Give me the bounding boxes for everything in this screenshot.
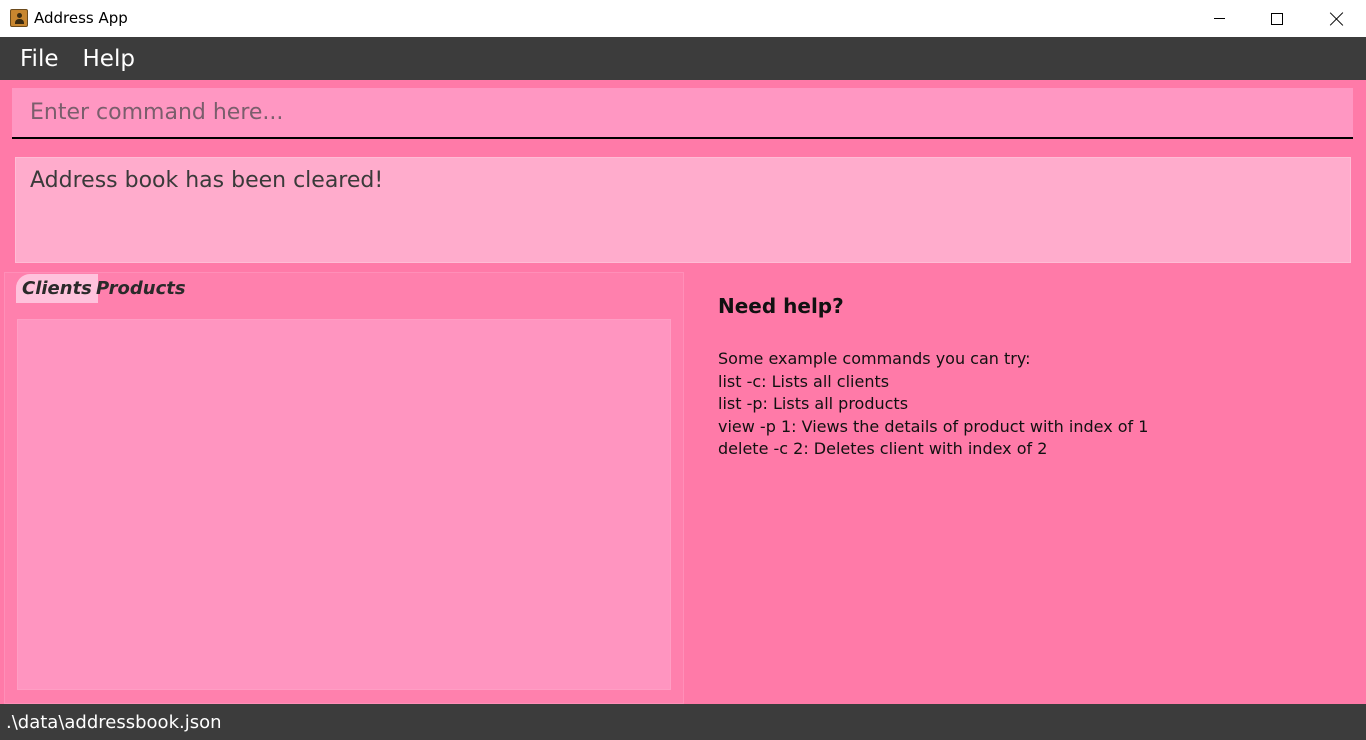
help-line: Some example commands you can try:: [718, 349, 1031, 368]
address-book-icon: [10, 9, 28, 27]
result-message: Address book has been cleared!: [30, 168, 384, 193]
maximize-button[interactable]: [1248, 0, 1306, 37]
client-list[interactable]: [17, 319, 671, 690]
window-title: Address App: [34, 9, 128, 27]
menu-file[interactable]: File: [20, 46, 59, 72]
tab-clients[interactable]: Clients: [16, 274, 98, 303]
command-box: [12, 88, 1353, 139]
menu-help[interactable]: Help: [83, 46, 135, 72]
title-bar: Address App: [0, 0, 1366, 37]
save-file-path: .\data\addressbook.json: [6, 711, 222, 733]
help-title: Need help?: [718, 294, 844, 318]
minimize-button[interactable]: [1190, 0, 1248, 37]
minimize-icon: [1213, 18, 1225, 19]
close-icon: [1330, 12, 1344, 26]
help-examples: Some example commands you can try: list …: [718, 348, 1148, 461]
list-panel: Clients Products: [4, 272, 684, 704]
result-display: Address book has been cleared!: [15, 157, 1351, 263]
tab-products[interactable]: Products: [90, 274, 192, 303]
help-line: view -p 1: Views the details of product …: [718, 416, 1149, 436]
close-button[interactable]: [1308, 0, 1366, 37]
help-line: list -c: Lists all clients: [718, 371, 890, 391]
help-line: delete -c 2: Deletes client with index o…: [718, 439, 1048, 458]
menu-bar: File Help: [0, 37, 1366, 80]
status-bar: .\data\addressbook.json: [0, 704, 1366, 740]
help-panel: Need help? Some example commands you can…: [686, 272, 1366, 704]
maximize-icon: [1271, 12, 1283, 25]
help-line: list -p: Lists all products: [718, 394, 909, 413]
command-input[interactable]: [12, 88, 1353, 137]
